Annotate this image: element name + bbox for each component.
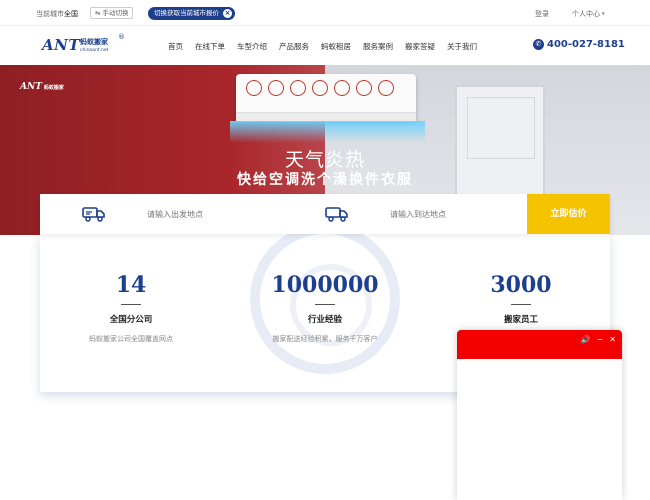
- locate-city-pill[interactable]: 切换获取当前城市报价 ×: [148, 7, 235, 20]
- switch-city-label: 手动切换: [102, 9, 129, 17]
- truck-icon: [325, 207, 348, 222]
- stat-value: 14: [115, 272, 147, 298]
- stat-divider: [121, 304, 141, 305]
- banner-logo-cn: 蚂蚁搬家: [43, 85, 64, 91]
- stat-staff: 3000 搬家员工: [426, 272, 616, 334]
- truck-icon: [82, 207, 105, 222]
- switch-city-button[interactable]: ⇆ 手动切换: [90, 7, 134, 19]
- close-icon[interactable]: ×: [223, 9, 232, 18]
- ac-feature-icons: [246, 80, 394, 96]
- site-logo[interactable]: ANT 蚂蚁搬家 chinaant.net ®: [42, 32, 128, 60]
- get-quote-button[interactable]: 立即估价: [527, 194, 610, 234]
- phone-icon: ✆: [533, 39, 544, 50]
- feature-icon: [268, 80, 284, 96]
- stat-label: 全国分公司: [109, 315, 153, 325]
- logo-reg: ®: [118, 33, 125, 41]
- nav-item-vehicles[interactable]: 车型介绍: [237, 41, 267, 52]
- nav-item-services[interactable]: 产品服务: [279, 41, 309, 52]
- nav-item-about[interactable]: 关于我们: [447, 41, 477, 52]
- banner-subtitle: 快给空调洗个澡换件衣服: [237, 172, 413, 188]
- switch-icon: ⇆: [95, 9, 101, 17]
- chat-controls: 🔊 − ✕: [581, 335, 616, 344]
- minimize-icon[interactable]: −: [597, 335, 604, 344]
- quote-search-bar: 立即估价: [40, 194, 610, 234]
- main-nav: ANT 蚂蚁搬家 chinaant.net ® 首页 在线下单 车型介绍 产品服…: [0, 27, 650, 65]
- nav-item-home[interactable]: 首页: [168, 41, 183, 52]
- nav-item-faq[interactable]: 搬家答疑: [405, 41, 435, 52]
- top-bar: 当前城市： 全国 ⇆ 手动切换 切换获取当前城市报价 × 登录 个人中心 ▾: [0, 0, 650, 26]
- sound-icon[interactable]: 🔊: [581, 335, 591, 344]
- logo-en: ANT: [42, 36, 81, 54]
- chat-header[interactable]: 🔊 − ✕: [457, 330, 622, 359]
- stat-divider: [511, 304, 531, 305]
- user-center-label: 个人中心: [572, 10, 600, 18]
- feature-icon: [290, 80, 306, 96]
- feature-icon: [378, 80, 394, 96]
- stat-branches: 14 全国分公司 蚂蚁搬家公司全国覆盖网点: [36, 272, 226, 344]
- logo-cn: 蚂蚁搬家: [80, 38, 108, 46]
- stat-divider: [315, 304, 335, 305]
- banner-title: 天气炎热: [284, 149, 365, 171]
- departure-input[interactable]: [147, 204, 297, 224]
- feature-icon: [312, 80, 328, 96]
- nav-menu: 首页 在线下单 车型介绍 产品服务 蚂蚁租居 服务案例 搬家答疑 关于我们: [168, 41, 489, 52]
- chat-widget[interactable]: 🔊 − ✕: [457, 330, 622, 500]
- nav-item-cases[interactable]: 服务案例: [363, 41, 393, 52]
- nav-item-rental[interactable]: 蚂蚁租居: [321, 41, 351, 52]
- banner-logo-en: ANT: [20, 82, 42, 92]
- close-icon[interactable]: ✕: [609, 335, 616, 344]
- logo-url: chinaant.net: [80, 48, 109, 53]
- banner-logo: ANT 蚂蚁搬家: [20, 82, 64, 92]
- destination-input[interactable]: [390, 204, 540, 224]
- feature-icon: [356, 80, 372, 96]
- stat-desc: 蚂蚁搬家公司全国覆盖网点: [89, 335, 173, 343]
- ac-airflow: [230, 121, 425, 143]
- locate-city-label: 切换获取当前城市报价: [154, 9, 219, 17]
- user-center-link[interactable]: 个人中心 ▾: [572, 9, 605, 19]
- login-link[interactable]: 登录: [535, 9, 549, 19]
- nav-item-order[interactable]: 在线下单: [195, 41, 225, 52]
- current-city[interactable]: 全国: [64, 9, 78, 19]
- hotline-number: 400-027-8181: [547, 39, 625, 50]
- stat-desc: 搬家配送经验积累，服务千万客户: [272, 335, 378, 343]
- stat-label: 行业经验: [307, 315, 342, 325]
- feature-icon: [246, 80, 262, 96]
- stat-value: 3000: [490, 272, 552, 298]
- stat-label: 搬家员工: [503, 315, 538, 325]
- feature-icon: [334, 80, 350, 96]
- chevron-down-icon: ▾: [602, 11, 605, 17]
- hotline[interactable]: ✆ 400-027-8181: [533, 39, 625, 50]
- stat-value: 1000000: [271, 272, 379, 298]
- stat-experience: 1000000 行业经验 搬家配送经验积累，服务千万客户: [230, 272, 420, 344]
- air-conditioner-image: [236, 74, 416, 122]
